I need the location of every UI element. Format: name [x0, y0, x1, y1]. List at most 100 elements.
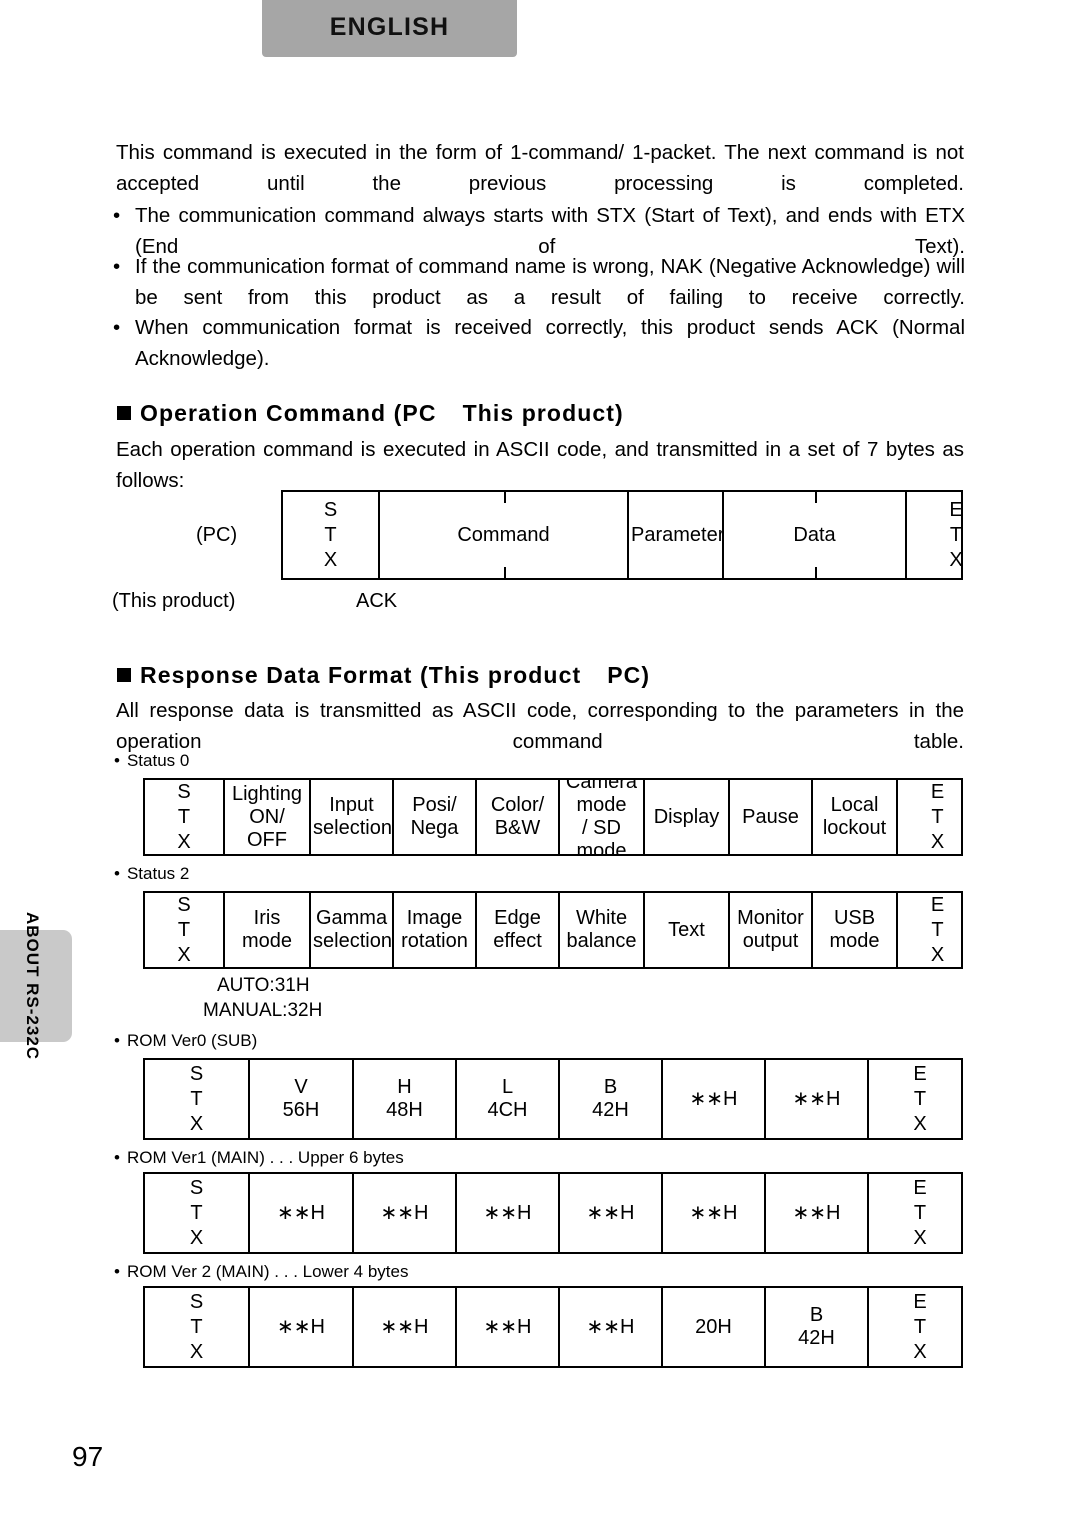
status2-cell-8-content: Monitor output — [732, 907, 809, 953]
bullet-glyph: • — [114, 1031, 120, 1050]
status0-label-text: Status 0 — [126, 751, 190, 770]
rom-ver1-cell-2-content: ∗∗H — [252, 1202, 350, 1225]
intro-bullet-3-text: When communication format is received co… — [135, 316, 965, 370]
status2-cell-3: Gamma selection — [311, 893, 394, 967]
response-format-description: All response data is transmitted as ASCI… — [116, 699, 964, 753]
side-tab-label: ABOUT RS-232C — [22, 912, 42, 1060]
status2-cell-4-line: rotation — [401, 930, 468, 952]
rom-ver0-cell-8-content: ETX — [871, 1062, 969, 1137]
status0-cell-10-line: E — [930, 780, 945, 803]
status0-cell-2-line: ON/ OFF — [247, 805, 287, 851]
rom-ver1-cell-8-line: T — [913, 1201, 927, 1224]
this-product-row-label: (This product) — [112, 590, 236, 612]
status0-cell-3-line: selection — [313, 817, 392, 839]
rom-ver2-cell-6: 20H — [663, 1288, 766, 1366]
rom-ver0-cell-5-content: B 42H — [562, 1076, 659, 1122]
status0-cell-4-content: Posi/Nega — [396, 794, 473, 840]
status0-cell-1: STX — [145, 780, 225, 854]
square-bullet-icon — [117, 406, 131, 420]
status2-cell-4: Image rotation — [394, 893, 477, 967]
side-tab-line2: RS-232C — [23, 983, 42, 1061]
status0-cell-8-content: Pause — [732, 806, 809, 829]
status2-cell-1-line: X — [177, 943, 191, 966]
status2-cell-8-line: output — [742, 930, 799, 952]
rom-ver0-cell-2-content: V 56H — [252, 1076, 350, 1122]
status2-cell-9-content: USB mode — [815, 907, 894, 953]
rom-ver1-cell-1-line: T — [190, 1201, 203, 1224]
status2-cell-2-content: Iris mode — [227, 907, 307, 953]
status2-cell-9-line: USB — [833, 907, 876, 929]
language-tab-label: ENGLISH — [329, 13, 450, 41]
rom-ver2-cell-2: ∗∗H — [250, 1288, 354, 1366]
rom-ver1-cell-7-line: ∗∗H — [792, 1201, 841, 1224]
rom-ver2-cell-2-content: ∗∗H — [252, 1316, 350, 1339]
status0-cell-3-content: Input selection — [313, 794, 392, 840]
status0-cell-5-content: Color/B&W — [479, 794, 556, 840]
status2-frame-table: S T X Iris mode Gamma selection Image rotation Ed… — [143, 891, 963, 969]
operation-command-cell-1: STX — [283, 492, 380, 578]
status0-cell-3-line: Input — [329, 794, 374, 816]
status2-label-text: Status 2 — [126, 864, 190, 883]
rom-ver1-cell-4-content: ∗∗H — [459, 1202, 556, 1225]
status2-cell-1: STX — [145, 893, 225, 967]
rom-ver2-cell-1-line: T — [190, 1315, 203, 1338]
rom-ver0-cell-7: ∗∗H — [766, 1060, 869, 1138]
bullet-glyph: • — [114, 1148, 120, 1167]
rom-ver0-cell-5: B 42H — [560, 1060, 663, 1138]
side-tab-line1: ABOUT — [23, 911, 42, 978]
status0-cell-1-line: T — [177, 805, 191, 828]
status0-cell-10-line: X — [930, 830, 945, 853]
rom-ver0-label-text: ROM Ver0 (SUB) — [126, 1031, 258, 1050]
status2-cell-9-line: mode — [829, 930, 880, 952]
response-format-heading: Response Data Format (This product PC) — [117, 662, 650, 689]
operation-command-heading-part2: This product) — [462, 400, 624, 426]
status2-cell-7-line: Text — [668, 918, 705, 941]
rom-ver2-cell-8-line: T — [913, 1315, 927, 1338]
operation-command-cell-1-line: X — [323, 548, 338, 571]
rom-ver2-cell-3-content: ∗∗H — [356, 1316, 453, 1339]
rom-ver1-cell-4: ∗∗H — [457, 1174, 560, 1252]
status0-cell-4-line: Nega — [410, 817, 459, 839]
rom-ver1-frame-table: S T X ∗∗H ∗∗H ∗∗H ∗∗H ∗∗H ∗∗H E T X — [143, 1172, 963, 1254]
rom-ver1-cell-7: ∗∗H — [766, 1174, 869, 1252]
intro-bullet-3: • When communication format is received … — [113, 312, 965, 405]
bullet-glyph: • — [114, 864, 120, 883]
rom-ver2-cell-6-content: 20H — [665, 1316, 762, 1339]
rom-ver0-cell-3: H 48H — [354, 1060, 457, 1138]
rom-ver1-cell-6-line: ∗∗H — [689, 1201, 738, 1224]
rom-ver0-cell-4-line: 4CH — [487, 1099, 528, 1121]
operation-command-cell-3: Parameter — [629, 492, 724, 578]
rom-ver2-cell-8: ETX — [869, 1288, 971, 1366]
status2-cell-6-content: White balance — [562, 907, 641, 953]
status2-cell-5-line: Edge — [494, 907, 541, 929]
operation-command-cell-2: Command — [380, 492, 629, 578]
status2-cell-5-content: Edge effect — [479, 907, 556, 953]
rom-ver0-cell-5-line: B — [603, 1076, 618, 1098]
status2-cell-2: Iris mode — [225, 893, 311, 967]
status2-cell-7-content: Text — [647, 919, 726, 942]
bullet-glyph: • — [113, 316, 121, 339]
operation-command-cell-5-line: E — [949, 498, 963, 521]
rom-ver1-cell-8-line: E — [913, 1176, 927, 1199]
rom-ver0-cell-6: ∗∗H — [663, 1060, 766, 1138]
rom-ver2-cell-8-content: ETX — [871, 1290, 969, 1365]
status0-cell-8: Pause — [730, 780, 813, 854]
rom-ver2-cell-1-content: STX — [147, 1290, 246, 1365]
status2-cell-1-line: S — [177, 893, 191, 916]
status2-cell-2-line: Iris — [253, 907, 281, 929]
rom-ver0-cell-4: L 4CH — [457, 1060, 560, 1138]
status0-cell-7-content: Display — [647, 806, 726, 829]
rom-ver1-cell-1-line: X — [189, 1226, 204, 1249]
status0-cell-9-content: Local lockout — [815, 794, 894, 840]
status0-cell-6-line: / SD mode — [576, 817, 627, 854]
status0-frame-table: S T X Lighting ON/ OFF Input selection Posi/Neg… — [143, 778, 963, 856]
rom-ver1-cell-6-content: ∗∗H — [665, 1202, 762, 1225]
rom-ver1-cell-5: ∗∗H — [560, 1174, 663, 1252]
rom-ver0-cell-1-line: S — [189, 1062, 204, 1085]
rom-ver2-cell-4: ∗∗H — [457, 1288, 560, 1366]
operation-command-cell-5-line: X — [949, 548, 963, 571]
rom-ver1-cell-1-line: S — [189, 1176, 204, 1199]
status0-label: • Status 0 — [114, 750, 189, 772]
status0-cell-7-line: Display — [653, 805, 720, 828]
rom-ver2-cell-7-line: 42H — [798, 1327, 835, 1349]
